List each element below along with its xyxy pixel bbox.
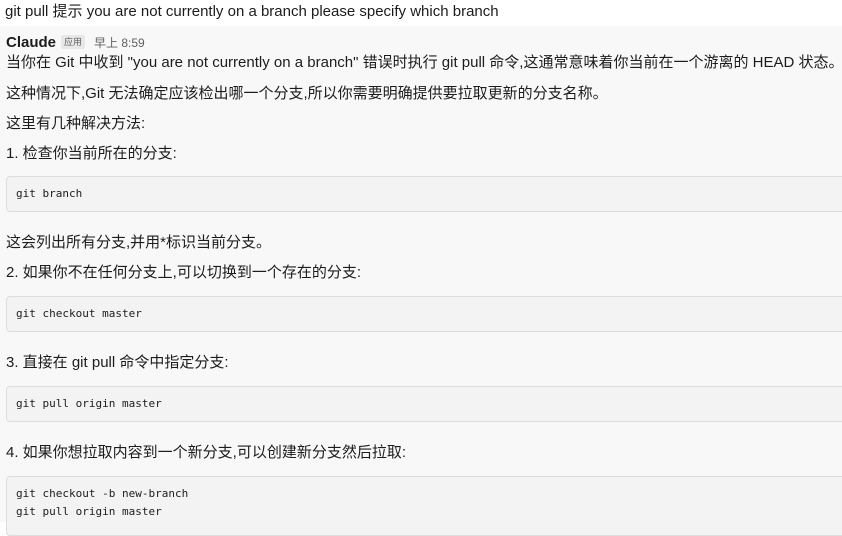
user-prompt-text: git pull 提示 you are not currently on a b… xyxy=(5,3,499,20)
message-header: Claude 应用 早上 8:59 xyxy=(6,33,145,51)
code-line: git pull origin master xyxy=(16,505,162,518)
code-line: git checkout master xyxy=(16,307,142,320)
code-block-new-branch[interactable]: git checkout -b new-branch git pull orig… xyxy=(6,476,842,536)
code-line: git pull origin master xyxy=(16,397,162,410)
step-4-heading: 4. 如果你想拉取内容到一个新分支,可以创建新分支然后拉取: xyxy=(6,444,407,461)
assistant-message: Claude 应用 早上 8:59 当你在 Git 中收到 "you are n… xyxy=(0,26,842,536)
code-line: git checkout -b new-branch xyxy=(16,487,189,500)
code-block-git-pull[interactable]: git pull origin master xyxy=(6,386,842,422)
message-paragraph-intro: 当你在 Git 中收到 "you are not currently on a … xyxy=(6,54,842,71)
app-badge: 应用 xyxy=(61,35,86,49)
message-paragraph-solutions-heading: 这里有几种解决方法: xyxy=(6,115,146,132)
step-1-note: 这会列出所有分支,并用*标识当前分支。 xyxy=(6,234,272,251)
code-block-git-checkout[interactable]: git checkout master xyxy=(6,296,842,332)
step-2-heading: 2. 如果你不在任何分支上,可以切换到一个存在的分支: xyxy=(6,264,362,281)
message-paragraph-explanation: 这种情况下,Git 无法确定应该检出哪一个分支,所以你需要明确提供要拉取更新的分… xyxy=(6,85,608,102)
code-line: git branch xyxy=(16,187,83,200)
code-block-git-branch[interactable]: git branch xyxy=(6,176,842,212)
step-1-heading: 1. 检查你当前所在的分支: xyxy=(6,145,177,162)
sender-name[interactable]: Claude xyxy=(6,34,56,51)
step-3-heading: 3. 直接在 git pull 命令中指定分支: xyxy=(6,354,229,371)
message-timestamp[interactable]: 早上 8:59 xyxy=(94,34,145,51)
